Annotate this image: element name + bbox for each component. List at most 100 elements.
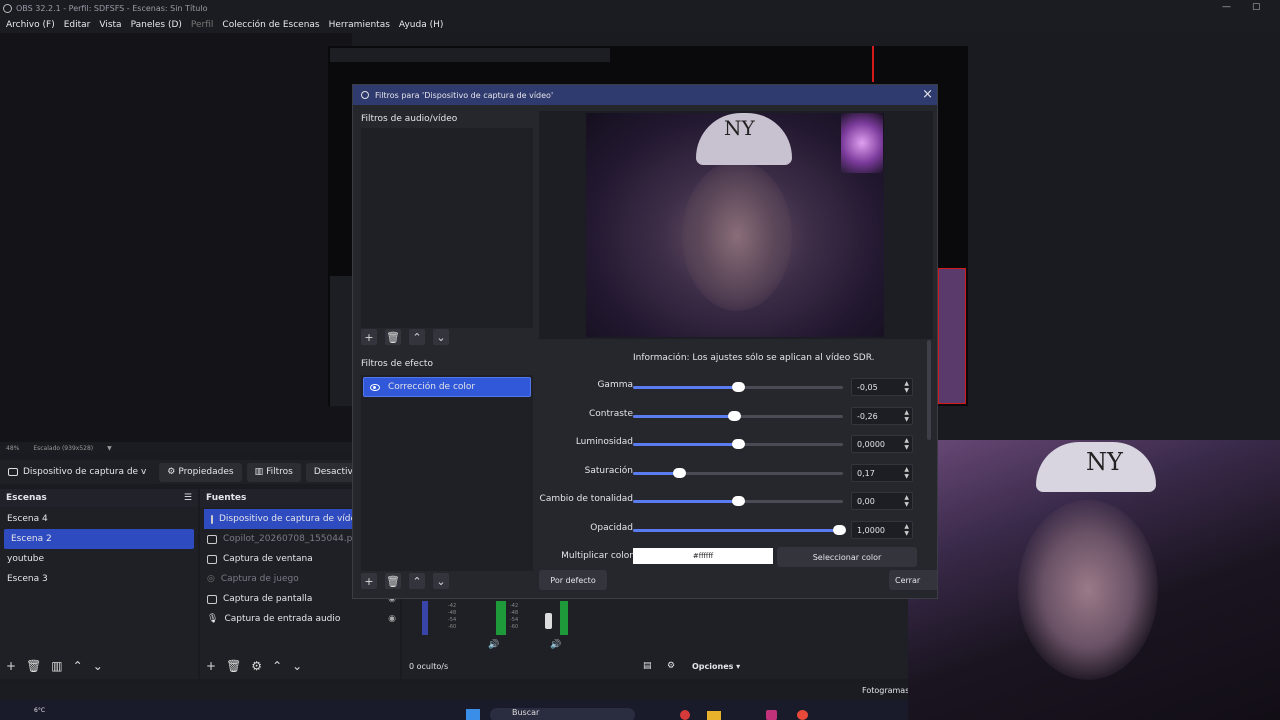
trash-icon[interactable]: 🗑 <box>226 659 241 673</box>
close-icon[interactable]: × <box>922 87 933 102</box>
select-color-button[interactable]: Seleccionar color <box>777 547 917 567</box>
chevron-down-icon[interactable]: ⌄ <box>292 659 302 673</box>
options-label: Opciones <box>692 662 734 671</box>
taskbar-search[interactable]: Buscar <box>490 708 635 720</box>
slider-knob[interactable] <box>732 496 745 506</box>
volume-slider-knob[interactable] <box>545 613 552 629</box>
source-item[interactable]: 🎙 Captura de entrada audio ◉ <box>200 609 400 629</box>
contrast-slider[interactable] <box>633 411 843 421</box>
scene-item[interactable]: Escena 3 <box>0 569 198 589</box>
trash-icon[interactable]: 🗑 <box>26 659 41 673</box>
scale-info[interactable]: Escalado (939x528) <box>33 445 93 452</box>
taskbar-app-icon[interactable] <box>680 710 690 720</box>
menu-vista[interactable]: Vista <box>99 20 121 30</box>
chevron-up-icon[interactable]: ⌃ <box>73 659 83 673</box>
scene-item[interactable]: Escena 4 <box>0 509 198 529</box>
menu-ayuda[interactable]: Ayuda (H) <box>399 20 443 30</box>
add-icon[interactable]: + <box>361 573 377 589</box>
close-button[interactable]: Cerrar <box>889 570 937 590</box>
brightness-slider[interactable] <box>633 439 843 449</box>
chevron-up-icon[interactable]: ⌃ <box>272 659 282 673</box>
chevron-down-icon[interactable]: ⌄ <box>433 573 449 589</box>
saturation-slider[interactable] <box>633 468 843 478</box>
chevron-up-icon[interactable]: ⌃ <box>409 573 425 589</box>
zoom-level[interactable]: 48% <box>6 445 19 452</box>
chevron-up-icon[interactable]: ⌃ <box>409 329 425 345</box>
trash-icon[interactable]: 🗑 <box>385 329 401 345</box>
speaker-icon[interactable]: 🔊 <box>488 640 499 650</box>
title-bar: OBS 32.2.1 - Perfil: SDFSFS - Escenas: S… <box>0 0 1280 16</box>
slider-fill <box>633 386 738 389</box>
color-multiply-row: Multiplicar color #ffffff Seleccionar co… <box>533 547 917 569</box>
slider-knob[interactable] <box>833 525 846 535</box>
taskbar-app-icon[interactable] <box>766 710 777 720</box>
menu-coleccion[interactable]: Colección de Escenas <box>222 20 319 30</box>
chevron-down-icon[interactable]: ⌄ <box>433 329 449 345</box>
opacity-spinbox[interactable]: 1,0000 ▲ ▼ <box>851 521 913 539</box>
menu-paneles[interactable]: Paneles (D) <box>131 20 182 30</box>
brightness-spinbox[interactable]: 0,0000 ▲ ▼ <box>851 435 913 453</box>
hue-spinbox[interactable]: 0,00 ▲ ▼ <box>851 492 913 510</box>
spin-arrows-icon[interactable]: ▲ ▼ <box>904 437 909 451</box>
chevron-down-icon[interactable]: ▼ <box>107 445 112 452</box>
effect-filters-list[interactable] <box>361 375 533 571</box>
options-button[interactable]: Opciones ▾ <box>692 662 740 671</box>
windows-start-icon[interactable] <box>466 709 480 720</box>
slider-row-brightness: Luminosidad 0,0000 ▲ ▼ <box>533 433 913 455</box>
maximize-button[interactable]: ▢ <box>1252 2 1261 12</box>
spin-arrows-icon[interactable]: ▲ ▼ <box>904 380 909 394</box>
audio-video-filters-toolbar: + 🗑 ⌃ ⌄ <box>361 329 449 345</box>
settings-scrollbar[interactable] <box>927 340 931 440</box>
audio-video-filters-list[interactable] <box>361 128 533 328</box>
minimize-button[interactable]: — <box>1222 2 1231 12</box>
speaker-icon[interactable]: 🔊 <box>550 640 561 650</box>
slider-knob[interactable] <box>732 439 745 449</box>
slider-knob[interactable] <box>732 382 745 392</box>
opacity-slider[interactable] <box>633 525 846 535</box>
filter-icon[interactable]: ▥ <box>51 659 62 673</box>
gamma-spinbox[interactable]: -0,05 ▲ ▼ <box>851 378 913 396</box>
properties-button[interactable]: ⚙ Propiedades <box>159 462 242 482</box>
layout-icon[interactable]: ▤ <box>643 661 652 671</box>
weather-temp: 6°C <box>34 707 46 714</box>
chrome-icon[interactable] <box>797 710 808 720</box>
folder-icon[interactable] <box>707 711 721 720</box>
slider-knob[interactable] <box>673 468 686 478</box>
spin-value: -0,26 <box>857 411 878 421</box>
defaults-button[interactable]: Por defecto <box>539 570 607 590</box>
eye-icon[interactable]: ◉ <box>388 614 396 624</box>
saturation-spinbox[interactable]: 0,17 ▲ ▼ <box>851 464 913 482</box>
slider-label: Luminosidad <box>575 437 633 447</box>
preview-area[interactable] <box>0 33 352 443</box>
contrast-spinbox[interactable]: -0,26 ▲ ▼ <box>851 407 913 425</box>
chevron-down-icon[interactable]: ⌄ <box>93 659 103 673</box>
menu-perfil[interactable]: Perfil <box>191 20 214 30</box>
gamma-slider[interactable] <box>633 382 843 392</box>
menu-editar[interactable]: Editar <box>64 20 91 30</box>
gear-icon[interactable]: ⚙ <box>251 659 262 673</box>
spin-arrows-icon[interactable]: ▲ ▼ <box>904 466 909 480</box>
dock-menu-icon[interactable]: ☰ <box>184 493 192 503</box>
spin-arrows-icon[interactable]: ▲ ▼ <box>904 409 909 423</box>
gear-icon: ⚙ <box>167 467 176 477</box>
menu-herramientas[interactable]: Herramientas <box>329 20 390 30</box>
scene-item[interactable]: youtube <box>0 549 198 569</box>
source-label: Dispositivo de captura de vídeo <box>219 514 362 524</box>
filter-item-color-correction[interactable]: Corrección de color <box>363 377 531 397</box>
eye-icon[interactable] <box>370 383 380 391</box>
menu-archivo[interactable]: Archivo (F) <box>6 20 55 30</box>
hue-slider[interactable] <box>633 496 843 506</box>
scene-item-selected[interactable]: Escena 2 <box>4 529 194 549</box>
color-swatch[interactable]: #ffffff <box>633 548 773 564</box>
filters-button[interactable]: ▥ Filtros <box>246 462 301 482</box>
add-icon[interactable]: + <box>361 329 377 345</box>
settings-icon[interactable]: ⚙ <box>667 661 675 671</box>
trash-icon[interactable]: 🗑 <box>385 573 401 589</box>
add-icon[interactable]: + <box>6 659 16 673</box>
slider-knob[interactable] <box>728 411 741 421</box>
source-item-selected[interactable]: Dispositivo de captura de vídeo <box>204 509 362 529</box>
spin-arrows-icon[interactable]: ▲ ▼ <box>904 523 909 537</box>
spin-arrows-icon[interactable]: ▲ ▼ <box>904 494 909 508</box>
slider-fill <box>633 529 839 532</box>
add-icon[interactable]: + <box>206 659 216 673</box>
